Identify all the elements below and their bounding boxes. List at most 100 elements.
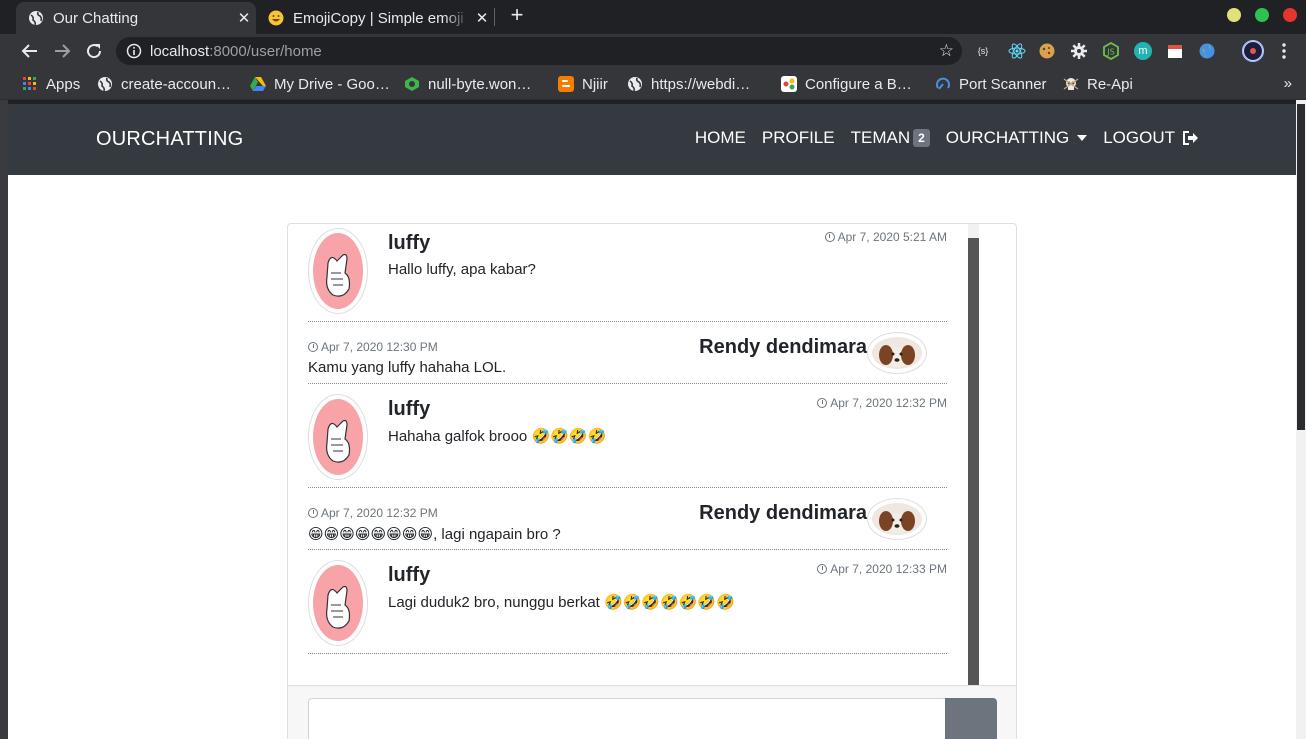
chat-scrollbar[interactable] (968, 224, 979, 685)
minimize-button[interactable] (1227, 8, 1241, 22)
sender-name: luffy (388, 232, 431, 254)
nav-home[interactable]: HOME (695, 128, 746, 148)
finger-heart-icon (326, 585, 351, 629)
extension-nodejs-icon[interactable]: JS (1102, 42, 1120, 60)
bookmark-label: Port Scanner (959, 75, 1047, 93)
nav-teman-label: TEMAN (850, 128, 911, 147)
bookmark-re-api[interactable]: Re-Api (1063, 74, 1133, 94)
browser-toolbar: localhost:8000/user/home ☆ {s} JS m (0, 34, 1306, 68)
dog-photo-icon (879, 511, 915, 533)
nav-logout[interactable]: LOGOUT (1103, 128, 1200, 148)
bookmark-null-byte[interactable]: null-byte.won… (404, 74, 531, 94)
close-window-button[interactable] (1283, 8, 1297, 22)
chat-card: luffy Apr 7, 2020 5:21 AM Hallo luffy, a… (287, 223, 1017, 739)
profile-avatar-icon[interactable] (1242, 40, 1264, 62)
blogger-icon (558, 76, 574, 92)
address-bar[interactable]: localhost:8000/user/home ☆ (116, 37, 962, 65)
new-tab-button[interactable]: + (506, 4, 528, 28)
clock-icon (308, 508, 318, 518)
message-text: 😁😁😁😁😁😁😁😁, lagi ngapain bro ? (308, 526, 561, 543)
send-button[interactable] (945, 698, 997, 739)
nav-ourchatting-dropdown[interactable]: OURCHATTING (946, 128, 1088, 148)
extension-globe-icon[interactable] (1198, 42, 1216, 60)
close-tab-icon[interactable]: ✕ (470, 9, 494, 27)
page-scrollbar-thumb[interactable] (1297, 104, 1305, 430)
forward-button[interactable] (50, 39, 74, 63)
tab-our-chatting[interactable]: Our Chatting ✕ (16, 2, 256, 34)
maximize-button[interactable] (1255, 8, 1269, 22)
grinning-emoji-icon (268, 10, 284, 26)
tab-emojicopy[interactable]: EmojiCopy | Simple emoji ✕ (256, 2, 494, 34)
message-input[interactable] (308, 698, 946, 739)
chat-message: luffy Apr 7, 2020 5:21 AM Hallo luffy, a… (308, 224, 947, 322)
port-scanner-icon (935, 76, 951, 92)
back-button[interactable] (18, 39, 42, 63)
extension-m-icon[interactable]: m (1134, 42, 1152, 60)
dialogflow-icon (781, 76, 797, 92)
apps-grid-icon (22, 76, 38, 92)
tab-separator (494, 8, 495, 26)
nav-links: HOME PROFILE TEMAN 2 OURCHATTING LOGOUT (679, 128, 1200, 148)
message-time: Apr 7, 2020 5:21 AM (824, 230, 947, 244)
chat-footer (288, 685, 1016, 739)
google-drive-icon (250, 76, 266, 92)
url-path: :8000/user/home (209, 43, 322, 60)
bookmark-create-account[interactable]: create-accoun… (97, 74, 231, 94)
bookmark-label: Configure a B… (805, 75, 912, 93)
bookmarks-overflow-button[interactable]: » (1284, 75, 1292, 92)
bookmark-label: null-byte.won… (428, 75, 532, 93)
sender-name: luffy (388, 398, 431, 420)
finger-heart-icon (326, 253, 351, 297)
extension-gear-icon[interactable] (1070, 42, 1088, 60)
browser-menu-icon[interactable] (1272, 39, 1296, 63)
message-time: Apr 7, 2020 12:32 PM (308, 506, 438, 520)
message-time-text: Apr 7, 2020 5:21 AM (837, 230, 947, 244)
caret-down-icon (1077, 135, 1088, 141)
bookmark-label: My Drive - Goo… (274, 75, 390, 93)
extension-json-icon[interactable]: {s} (974, 42, 992, 60)
nav-teman[interactable]: TEMAN 2 (851, 128, 930, 148)
extension-react-icon[interactable] (1008, 42, 1026, 60)
bookmark-star-icon[interactable]: ☆ (939, 41, 954, 61)
extension-calendar-icon[interactable] (1166, 42, 1184, 60)
bookmarks-bar: Apps create-accoun… My Drive - Goo… null… (0, 68, 1306, 100)
message-time-text: Apr 7, 2020 12:33 PM (830, 562, 947, 576)
bookmark-label: Apps (46, 75, 81, 93)
chat-messages[interactable]: luffy Apr 7, 2020 5:21 AM Hallo luffy, a… (288, 224, 978, 685)
message-text: Hahaha galfok brooo 🤣🤣🤣🤣 (388, 428, 607, 445)
dog-photo-icon (879, 345, 915, 367)
url-text: localhost:8000/user/home (150, 43, 322, 60)
bookmark-port-scanner[interactable]: Port Scanner (935, 74, 1047, 94)
arrow-right-icon (55, 44, 71, 58)
site-brand[interactable]: OURCHATTING (96, 128, 243, 151)
clock-icon (817, 398, 828, 408)
nav-logout-label: LOGOUT (1103, 128, 1175, 147)
message-time-text: Apr 7, 2020 12:32 PM (321, 506, 438, 520)
bookmark-apps[interactable]: Apps (22, 74, 80, 94)
close-tab-icon[interactable]: ✕ (232, 9, 256, 27)
message-time-text: Apr 7, 2020 12:32 PM (830, 396, 947, 410)
info-icon[interactable] (126, 43, 142, 59)
avatar (867, 332, 927, 374)
chat-message: Apr 7, 2020 12:30 PM Rendy dendimara Kam… (308, 322, 947, 384)
avatar (867, 498, 927, 540)
site-navbar: OURCHATTING HOME PROFILE TEMAN 2 OURCHAT… (8, 104, 1296, 175)
bookmark-my-drive[interactable]: My Drive - Goo… (250, 74, 390, 94)
bookmark-configure[interactable]: Configure a B… (781, 74, 912, 94)
extension-cookie-icon[interactable] (1038, 42, 1056, 60)
tab-title: Our Chatting (53, 9, 139, 27)
bookmark-webdi[interactable]: https://webdi… (627, 74, 750, 94)
message-time: Apr 7, 2020 12:30 PM (308, 340, 438, 354)
nav-profile[interactable]: PROFILE (762, 128, 835, 148)
arrow-left-icon (21, 44, 37, 58)
wonderhowto-icon (404, 76, 420, 92)
bookmark-label: https://webdi… (651, 75, 751, 93)
chat-message: Apr 7, 2020 12:32 PM Rendy dendimara 😁😁😁… (308, 488, 947, 550)
clock-icon (308, 342, 318, 352)
reload-button[interactable] (82, 39, 106, 63)
tab-title: EmojiCopy | Simple emoji (293, 9, 464, 27)
message-text: Hallo luffy, apa kabar? (388, 261, 536, 278)
bookmark-label: create-accoun… (121, 75, 232, 93)
bookmark-njiir[interactable]: Njiir (558, 74, 608, 94)
skull-icon (1063, 76, 1079, 92)
